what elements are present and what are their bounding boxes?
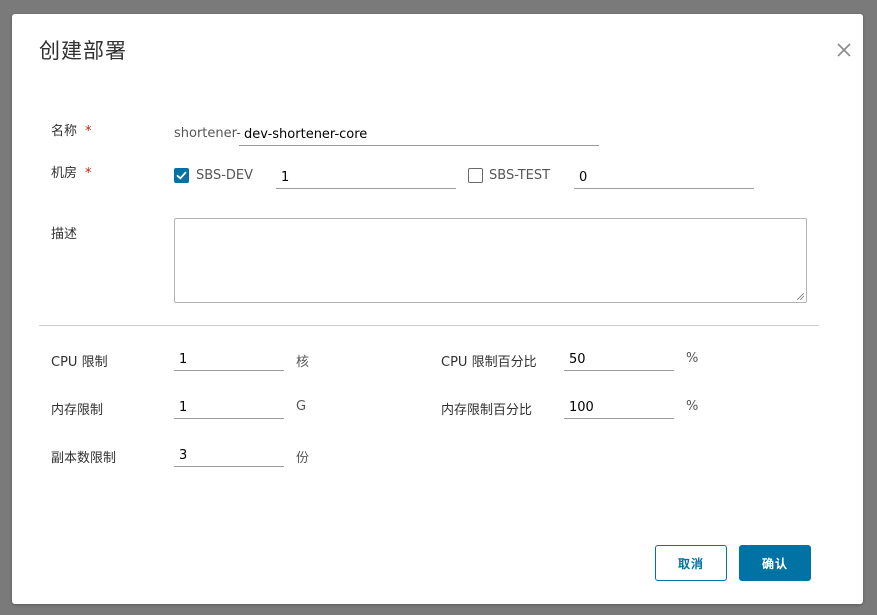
cancel-button[interactable]: 取消 — [655, 545, 727, 581]
datacenter-label-text: 机房 — [51, 166, 78, 181]
cpu-unit: 核 — [296, 355, 310, 370]
sbs-test-count-input[interactable] — [574, 167, 754, 189]
sbs-dev-label: SBS-DEV — [196, 168, 254, 183]
create-deployment-dialog: 创建部署 名称 * shortener- 机房 * SBS-DEV SBS-TEST… — [12, 14, 863, 604]
replica-unit: 份 — [296, 451, 310, 466]
memory-percent-unit: % — [686, 399, 699, 414]
sbs-test-checkbox[interactable] — [468, 168, 483, 183]
section-divider — [39, 325, 819, 326]
cpu-limit-percent-label: CPU 限制百分比 — [441, 355, 537, 370]
memory-limit-input[interactable] — [174, 397, 284, 419]
description-textarea[interactable] — [174, 218, 807, 303]
memory-limit-percent-input[interactable] — [564, 397, 674, 419]
resize-grip-icon[interactable] — [797, 293, 804, 300]
sbs-dev-count-input[interactable] — [276, 167, 456, 189]
cpu-percent-unit: % — [686, 351, 699, 366]
required-mark: * — [85, 166, 92, 181]
name-prefix: shortener- — [174, 126, 241, 141]
cpu-limit-label: CPU 限制 — [51, 355, 108, 370]
name-input[interactable] — [239, 124, 599, 146]
replica-limit-label: 副本数限制 — [51, 451, 117, 466]
required-mark: * — [85, 124, 92, 139]
sbs-dev-checkbox[interactable] — [174, 168, 189, 183]
replica-limit-input[interactable] — [174, 445, 284, 467]
name-label: 名称 * — [51, 120, 92, 139]
close-icon[interactable] — [834, 40, 854, 60]
dialog-title: 创建部署 — [39, 39, 127, 63]
name-label-text: 名称 — [51, 124, 78, 139]
cpu-limit-percent-input[interactable] — [564, 349, 674, 371]
sbs-test-label: SBS-TEST — [489, 168, 551, 183]
memory-limit-label: 内存限制 — [51, 403, 104, 418]
confirm-button[interactable]: 确认 — [739, 545, 811, 581]
memory-limit-percent-label: 内存限制百分比 — [441, 403, 533, 418]
memory-unit: G — [296, 399, 307, 414]
cpu-limit-input[interactable] — [174, 349, 284, 371]
datacenter-label: 机房 * — [51, 162, 92, 181]
description-label: 描述 — [51, 227, 78, 242]
